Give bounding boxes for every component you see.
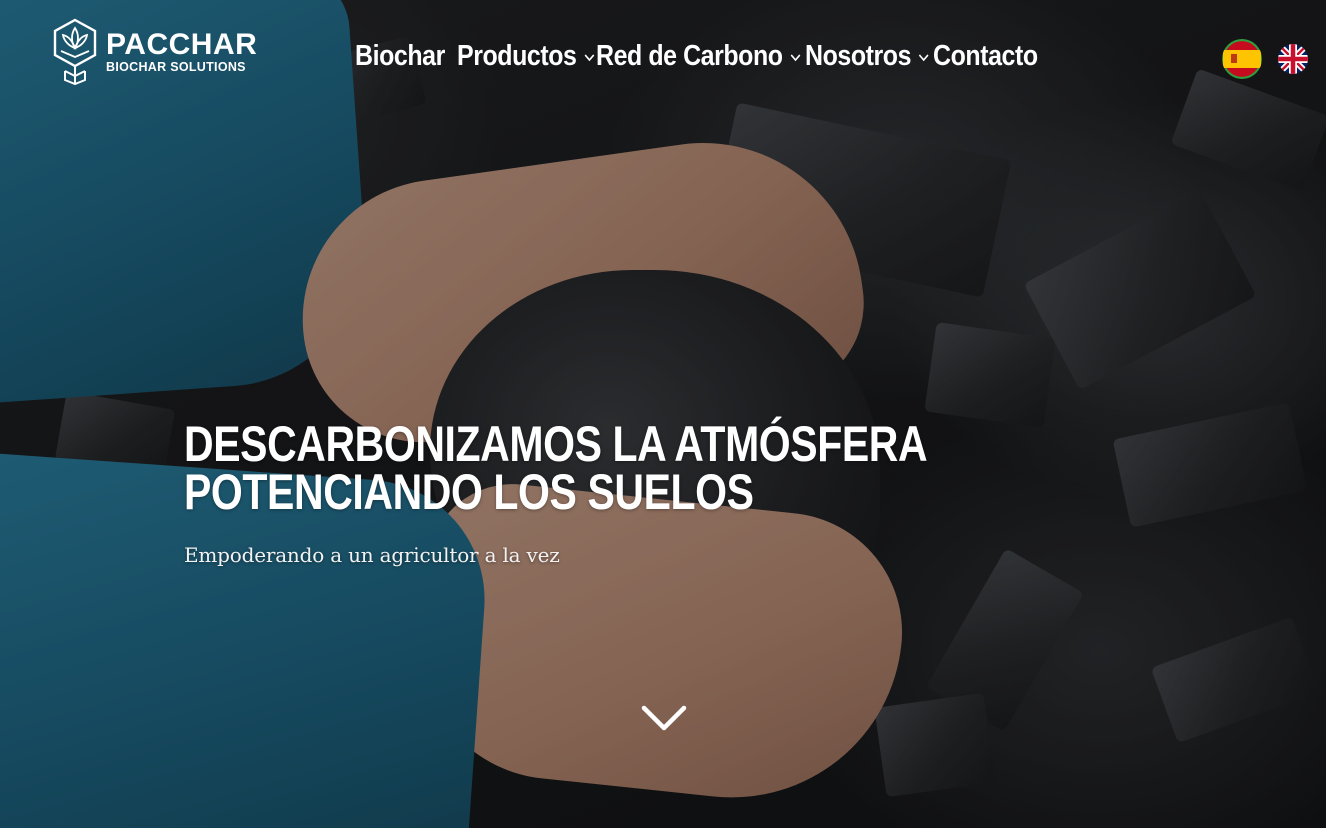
chevron-down-icon [791, 53, 801, 61]
lotus-hexagon-icon [53, 18, 97, 86]
chevron-down-icon [584, 53, 595, 61]
nav-item-label: Biochar [355, 40, 445, 72]
main-nav: Biochar Productos Red de Carbono Nosotro… [355, 40, 1054, 73]
hero-headline-line-1: DESCARBONIZAMOS LA ATMÓSFERA [184, 416, 928, 472]
nav-item-red-de-carbono[interactable]: Red de Carbono [596, 40, 802, 73]
scroll-down-button[interactable] [640, 700, 688, 736]
nav-item-label: Red de Carbono [596, 40, 783, 72]
nav-item-productos[interactable]: Productos [457, 40, 595, 73]
chevron-down-icon [641, 705, 687, 731]
chevron-down-icon [919, 53, 930, 61]
site-logo[interactable]: PACCHAR BIOCHAR SOLUTIONS [52, 18, 257, 86]
site-header: PACCHAR BIOCHAR SOLUTIONS Biochar Produc… [0, 0, 1326, 110]
spain-flag-icon [1222, 39, 1262, 79]
brand-name: PACCHAR [106, 28, 258, 61]
nav-item-nosotros[interactable]: Nosotros [805, 40, 930, 73]
nav-item-label: Nosotros [805, 40, 912, 72]
language-es-button[interactable] [1222, 39, 1262, 79]
nav-item-label: Contacto [932, 40, 1038, 72]
brand-tagline: BIOCHAR SOLUTIONS [106, 60, 246, 74]
uk-flag-icon [1278, 44, 1308, 74]
language-en-button[interactable] [1278, 44, 1308, 74]
nav-item-contacto[interactable]: Contacto [933, 40, 1038, 73]
hero-headline-line-2: POTENCIANDO LOS SUELOS [184, 464, 754, 520]
hero-headline: DESCARBONIZAMOS LA ATMÓSFERA POTENCIANDO… [184, 416, 928, 520]
hero-subheadline: Empoderando a un agricultor a la vez [184, 543, 560, 567]
hero-section: PACCHAR BIOCHAR SOLUTIONS Biochar Produc… [0, 0, 1326, 828]
nav-item-biochar[interactable]: Biochar [355, 40, 445, 73]
nav-item-label: Productos [457, 40, 577, 72]
